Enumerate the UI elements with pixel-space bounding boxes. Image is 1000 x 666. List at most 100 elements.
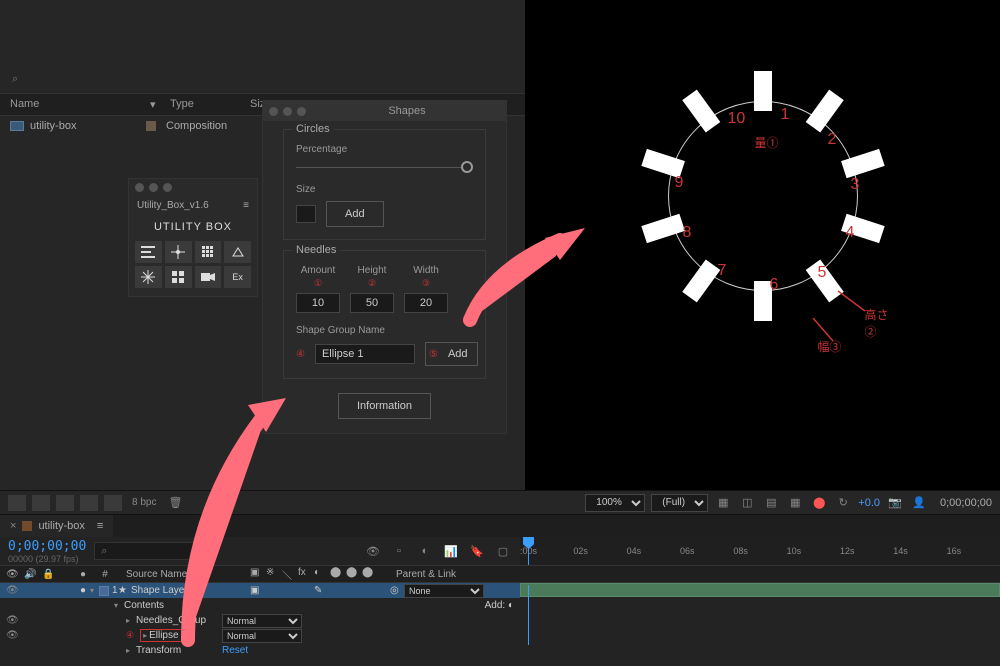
parent-dropdown[interactable]: None xyxy=(404,584,484,598)
clock-shape: 1 2 3 4 5 6 7 8 9 10 量① 高さ② 幅③ xyxy=(633,66,893,326)
clock-num: 6 xyxy=(770,276,779,294)
quality-dropdown[interactable]: (Full) xyxy=(651,494,708,512)
mask-icon[interactable]: ◫ xyxy=(738,495,756,511)
percentage-label: Percentage xyxy=(296,144,473,155)
transparency-icon[interactable]: ▦ xyxy=(714,495,732,511)
clock-num: 3 xyxy=(851,176,860,194)
size-swatch[interactable] xyxy=(296,205,316,223)
time-ruler[interactable]: :00s 02s 04s 06s 08s 10s 12s 14s 16s xyxy=(520,537,1000,565)
timeline-tracks[interactable] xyxy=(520,583,1000,658)
col-parent[interactable]: Parent & Link xyxy=(390,569,456,580)
playhead[interactable] xyxy=(528,537,529,565)
util-camera-icon[interactable] xyxy=(195,266,222,288)
needle xyxy=(805,90,843,133)
asset-name: utility-box xyxy=(30,120,140,132)
utility-box-title: Utility_Box_v1.6 xyxy=(137,200,209,211)
exposure-value[interactable]: +0.0 xyxy=(858,497,880,509)
needle xyxy=(682,259,720,302)
add-menu-icon[interactable]: ◐ xyxy=(508,600,514,611)
circled-1: ① xyxy=(296,278,340,289)
close-tab-icon[interactable]: × xyxy=(10,520,16,532)
util-anchor-icon[interactable] xyxy=(165,241,192,263)
col-hash[interactable]: # xyxy=(90,569,120,580)
util-tile-icon[interactable] xyxy=(165,266,192,288)
refresh-icon[interactable]: ↻ xyxy=(834,495,852,511)
bpc-label[interactable]: 8 bpc xyxy=(132,497,156,508)
contents-label: Contents xyxy=(124,600,164,611)
preview-toolbar: 8 bpc 🗑 100% (Full) ▦ ◫ ▤ ▦ ⬤ ↻ +0.0 📷 👤… xyxy=(0,491,1000,515)
grid-icon[interactable]: ▦ xyxy=(786,495,804,511)
current-timecode[interactable]: 0;00;00;00 xyxy=(8,539,86,554)
project-search-input[interactable] xyxy=(12,73,513,85)
height-input[interactable] xyxy=(350,293,394,313)
graph-icon[interactable]: 📊 xyxy=(442,543,460,559)
circled-5: ⑤ xyxy=(429,349,438,360)
shy-icon[interactable]: 👁 xyxy=(364,543,382,559)
marker-icon[interactable]: 🔖 xyxy=(468,543,486,559)
col-type[interactable]: Type xyxy=(160,98,240,111)
utility-box-logo: UTILITY BOX xyxy=(129,215,257,241)
panel-menu-icon[interactable]: ≡ xyxy=(243,200,249,211)
util-shapes-icon[interactable] xyxy=(224,241,251,263)
tool-icon[interactable] xyxy=(32,495,50,511)
circles-add-button[interactable]: Add xyxy=(326,201,384,227)
add-label: Add: xyxy=(485,600,506,611)
zoom-dropdown[interactable]: 100% xyxy=(585,494,645,512)
shape-group-name-input[interactable] xyxy=(315,344,415,364)
channel-icon[interactable]: ⬤ xyxy=(810,495,828,511)
width-input[interactable] xyxy=(404,293,448,313)
annotation-arrow xyxy=(168,390,308,653)
clock-num: 9 xyxy=(675,174,684,192)
composition-tab[interactable]: × utility-box ≡ xyxy=(0,515,113,537)
asset-label-swatch[interactable] xyxy=(146,121,156,131)
utility-box-panel[interactable]: Utility_Box_v1.6 ≡ UTILITY BOX Ex xyxy=(128,178,258,297)
ruler-tick: 10s xyxy=(787,546,840,556)
ruler-tick: 06s xyxy=(680,546,733,556)
composition-icon xyxy=(10,121,24,131)
dialog-traffic-lights[interactable] xyxy=(269,107,306,116)
render-icon[interactable]: ▢ xyxy=(494,543,512,559)
layer-column-headers: 👁🔊🔒 ● # Source Name ▣※＼fx◐⬤⬤⬤ Parent & L… xyxy=(0,565,1000,583)
util-align-icon[interactable] xyxy=(135,241,162,263)
needle xyxy=(682,90,720,133)
guides-icon[interactable]: ▤ xyxy=(762,495,780,511)
panel-traffic-lights[interactable] xyxy=(129,179,257,196)
height-label: Height xyxy=(350,265,394,276)
width-label: Width xyxy=(404,265,448,276)
amount-label: Amount xyxy=(296,265,340,276)
util-grid-icon[interactable] xyxy=(195,241,222,263)
needles-add-button[interactable]: Add xyxy=(442,346,474,362)
toolbar-timecode[interactable]: 0;00;00;00 xyxy=(940,497,992,509)
ruler-tick: 16s xyxy=(947,546,1000,556)
annotation-height: 高さ② xyxy=(865,306,893,340)
util-ex-icon[interactable]: Ex xyxy=(224,266,251,288)
snapshot-icon[interactable]: 📷 xyxy=(886,495,904,511)
tool-icon[interactable] xyxy=(8,495,26,511)
circled-2: ② xyxy=(350,278,394,289)
amount-input[interactable] xyxy=(296,293,340,313)
comp-tab-name: utility-box xyxy=(38,520,84,532)
tool-icon[interactable] xyxy=(104,495,122,511)
layer-duration-bar[interactable] xyxy=(520,583,1000,597)
information-button[interactable]: Information xyxy=(338,393,431,419)
ruler-tick: 04s xyxy=(627,546,680,556)
clock-num: 8 xyxy=(683,224,692,242)
col-label[interactable]: ▾ xyxy=(140,98,160,111)
ellipse-outline xyxy=(668,101,858,291)
show-snapshot-icon[interactable]: 👤 xyxy=(910,495,928,511)
tool-icon[interactable] xyxy=(80,495,98,511)
circled-3: ③ xyxy=(404,278,448,289)
clock-num: 5 xyxy=(818,264,827,282)
col-name[interactable]: Name xyxy=(0,98,140,111)
ruler-tick: 12s xyxy=(840,546,893,556)
shapes-dialog-title: Shapes xyxy=(314,105,500,117)
ruler-tick: 14s xyxy=(893,546,946,556)
motion-blur-icon[interactable]: ◐ xyxy=(416,543,434,559)
frame-blend-icon[interactable]: ▫ xyxy=(390,543,408,559)
tab-menu-icon[interactable]: ≡ xyxy=(97,520,103,532)
percentage-slider[interactable] xyxy=(296,161,473,180)
tool-icon[interactable] xyxy=(56,495,74,511)
util-burst-icon[interactable] xyxy=(135,266,162,288)
circled-4: ④ xyxy=(296,349,305,360)
needles-label: Needles xyxy=(292,244,340,256)
